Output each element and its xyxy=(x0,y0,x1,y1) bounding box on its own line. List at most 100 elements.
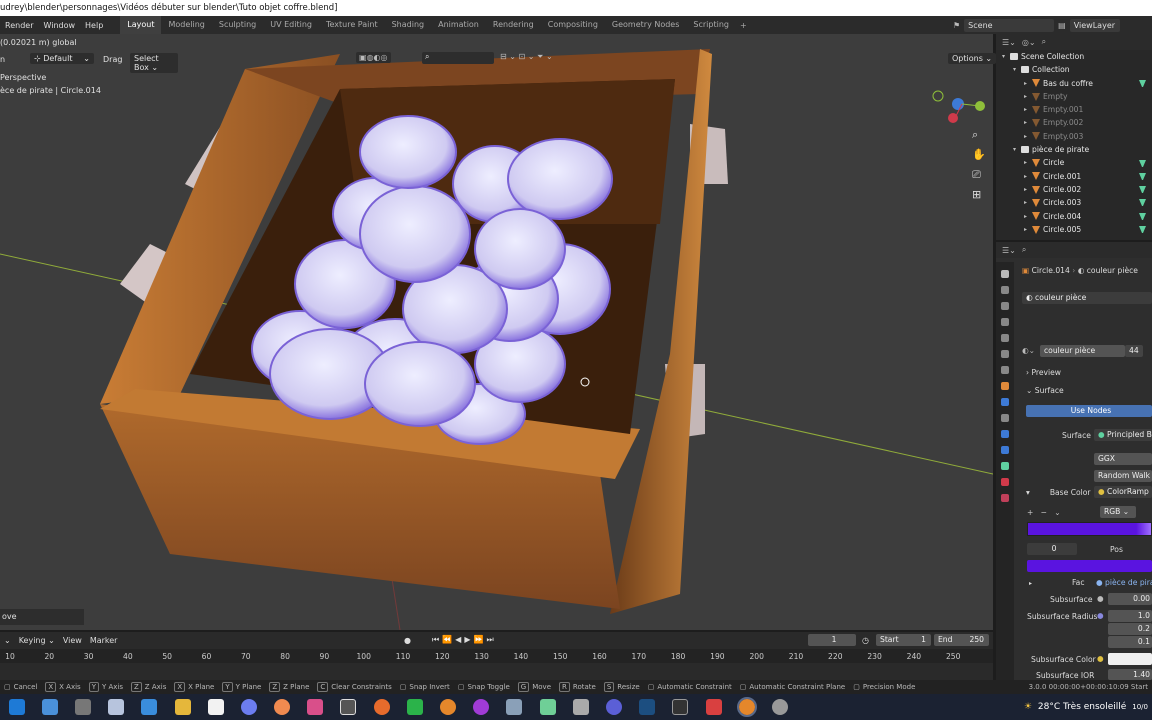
material-slot[interactable]: ◐ couleur pièce xyxy=(1022,292,1152,304)
chevron-right-icon[interactable]: ▸ xyxy=(1024,156,1031,169)
mesh-data-icon[interactable] xyxy=(1139,186,1146,194)
app-icon[interactable] xyxy=(240,699,257,715)
subsurface-radius-y[interactable]: 0.2 xyxy=(1108,623,1152,635)
ramp-stop-color[interactable] xyxy=(1027,560,1152,572)
next-key-icon[interactable]: ⏩ xyxy=(473,635,486,644)
editor-type-icon[interactable]: ☰⌄ xyxy=(1002,38,1016,47)
tab-rendering[interactable]: Rendering xyxy=(486,16,541,34)
discord-icon[interactable] xyxy=(605,699,622,715)
epic-icon[interactable] xyxy=(672,699,689,715)
outliner-row[interactable]: ▸ Circle.004 xyxy=(996,210,1152,223)
color-ramp[interactable] xyxy=(1027,522,1152,536)
subsurface-color-swatch[interactable] xyxy=(1108,653,1152,665)
tab-sculpting[interactable]: Sculpting xyxy=(212,16,263,34)
surface-shader-field[interactable]: ● Principled BS xyxy=(1094,429,1152,441)
subsurface-ior-field[interactable]: 1.40 xyxy=(1108,669,1152,680)
outliner-row[interactable]: ▸ Circle.001 xyxy=(996,170,1152,183)
outliner-row[interactable]: ▾ Collection xyxy=(996,63,1152,76)
outliner-row[interactable]: ▸ Circle.005 xyxy=(996,223,1152,236)
ramp-stop-index[interactable]: 0 xyxy=(1027,543,1077,555)
fac-input[interactable]: ● pièce de pira xyxy=(1096,578,1152,587)
outliner-row[interactable]: ▸ Circle.002 xyxy=(996,183,1152,196)
particles-tab-icon[interactable] xyxy=(1001,414,1009,422)
subsurface-radius-z[interactable]: 0.1 xyxy=(1108,636,1152,648)
menu-help[interactable]: Help xyxy=(80,21,108,30)
world-tab-icon[interactable] xyxy=(1001,350,1009,358)
chevron-right-icon[interactable]: ▸ xyxy=(1024,210,1031,223)
mesh-data-icon[interactable] xyxy=(1139,212,1146,220)
viewport-search[interactable]: ⌕ xyxy=(422,52,494,64)
material-tab-icon[interactable] xyxy=(1001,478,1009,486)
file-explorer-icon[interactable] xyxy=(174,699,191,715)
tab-modeling[interactable]: Modeling xyxy=(161,16,211,34)
start-frame-field[interactable]: Start 1 xyxy=(876,634,931,646)
tab-uv-editing[interactable]: UV Editing xyxy=(263,16,319,34)
play-reverse-icon[interactable]: ◀ xyxy=(455,635,464,644)
editor-type-icon[interactable]: ☰⌄ xyxy=(1002,246,1016,255)
mesh-data-icon[interactable] xyxy=(1139,172,1146,180)
filter-icon[interactable]: ⏷ ⌄ xyxy=(537,52,553,61)
material-shading-icon[interactable]: ◐ xyxy=(374,53,381,62)
photos-icon[interactable] xyxy=(141,699,158,715)
render-tab-icon[interactable] xyxy=(1001,286,1009,294)
chevron-right-icon[interactable]: ▸ xyxy=(1024,103,1031,116)
tab-animation[interactable]: Animation xyxy=(431,16,486,34)
search-icon[interactable] xyxy=(41,699,58,715)
outliner-row[interactable]: ▸ Empty xyxy=(996,90,1152,103)
settings-gear-icon[interactable] xyxy=(74,699,91,715)
outliner-row[interactable]: ▸ Empty.001 xyxy=(996,103,1152,116)
orientation-dropdown[interactable]: ⊹ Default ⌄ xyxy=(30,53,94,64)
chevron-down-icon[interactable]: ▾ xyxy=(1002,50,1009,63)
tab-texture-paint[interactable]: Texture Paint xyxy=(319,16,385,34)
last-operator-panel[interactable]: ove xyxy=(0,609,84,625)
view-layer-field[interactable]: ViewLayer xyxy=(1069,18,1120,32)
base-color-input[interactable]: ● ColorRamp xyxy=(1094,486,1152,498)
clock-icon[interactable]: ◷ xyxy=(862,636,869,645)
outliner-row[interactable]: ▸ Bas du coffre xyxy=(996,77,1152,90)
chevron-right-icon[interactable]: ▸ xyxy=(1024,196,1031,209)
document-icon[interactable] xyxy=(207,699,224,715)
chevron-down-icon[interactable]: ▾ xyxy=(1013,63,1020,76)
texture-tab-icon[interactable] xyxy=(1001,494,1009,502)
snap-icon[interactable]: ⊡ ⌄ xyxy=(519,52,535,61)
clock-date[interactable]: 10/0 xyxy=(1132,703,1148,711)
solid-shading-icon[interactable]: ◍ xyxy=(367,53,374,62)
view-menu[interactable]: View xyxy=(59,636,86,645)
display-mode-icon[interactable]: ◎⌄ xyxy=(1022,38,1036,47)
jump-end-icon[interactable]: ⏭ xyxy=(486,635,496,644)
end-frame-field[interactable]: End 250 xyxy=(934,634,989,646)
overlay-icon[interactable]: ⊟ ⌄ xyxy=(500,52,516,61)
use-nodes-button[interactable]: Use Nodes xyxy=(1026,405,1152,417)
chevron-right-icon[interactable]: ▸ xyxy=(1024,90,1031,103)
shading-modes[interactable]: ▣◍◐◎ xyxy=(356,52,391,63)
timeline-ruler[interactable] xyxy=(0,649,993,663)
camera-icon[interactable]: ⎚ xyxy=(972,168,981,182)
steam-icon[interactable] xyxy=(639,699,656,715)
menu-render[interactable]: Render xyxy=(0,21,38,30)
media-icon[interactable] xyxy=(307,699,324,715)
rendered-shading-icon[interactable]: ◎ xyxy=(381,53,388,62)
loading-icon[interactable] xyxy=(771,699,788,715)
outliner-row[interactable]: ▸ Circle xyxy=(996,156,1152,169)
chevron-right-icon[interactable]: ▸ xyxy=(1024,130,1031,143)
tab-compositing[interactable]: Compositing xyxy=(541,16,605,34)
editor-type-icon[interactable]: ⌄ xyxy=(0,636,15,645)
keying-menu[interactable]: Keying ⌄ xyxy=(15,636,59,645)
scene-field[interactable]: Scene xyxy=(964,18,1055,32)
usb-icon[interactable] xyxy=(572,699,589,715)
blender-active-icon[interactable] xyxy=(736,697,757,717)
data-tab-icon[interactable] xyxy=(1001,462,1009,470)
add-stop-icon[interactable]: + xyxy=(1027,508,1033,517)
jump-start-icon[interactable]: ⏮ xyxy=(432,635,442,644)
start-icon[interactable] xyxy=(8,699,25,715)
marker-menu[interactable]: Marker xyxy=(86,636,122,645)
object-tab-icon[interactable] xyxy=(1001,382,1009,390)
ramp-menu-icon[interactable]: ⌄ xyxy=(1054,508,1060,517)
material-browse-icon[interactable]: ◐⌄ xyxy=(1022,346,1035,355)
search-icon[interactable]: ⌕ xyxy=(1022,245,1026,255)
tab-scripting[interactable]: Scripting xyxy=(686,16,736,34)
ramp-mode-dropdown[interactable]: RGB ⌄ xyxy=(1100,506,1136,518)
calculator-icon[interactable] xyxy=(108,699,125,715)
material-name-field[interactable]: couleur pièce xyxy=(1040,345,1125,357)
search-icon[interactable]: ⌕ xyxy=(1042,37,1046,47)
